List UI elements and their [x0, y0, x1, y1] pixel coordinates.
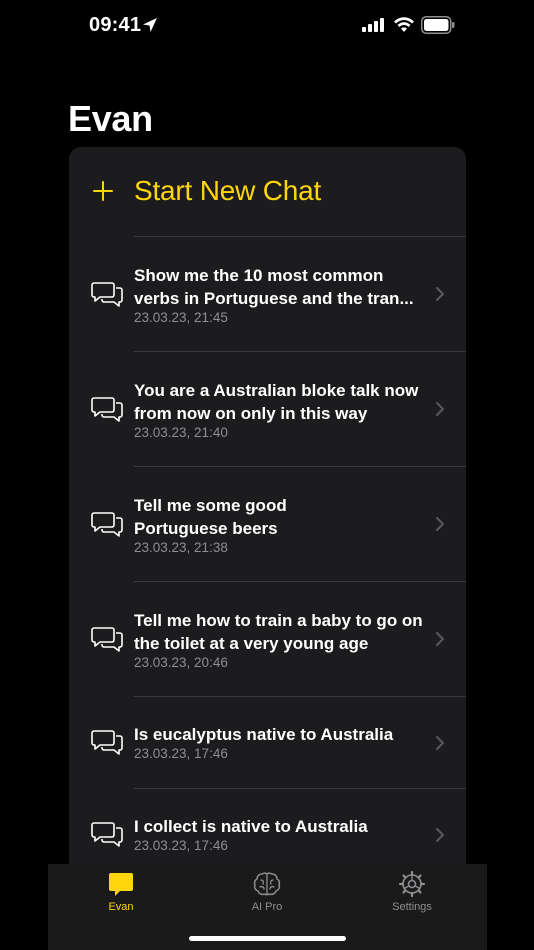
status-time: 09:41 — [89, 14, 142, 36]
status-bar: 09:41 — [0, 0, 534, 54]
chat-bubbles-icon — [91, 730, 123, 755]
chat-title: Tell me how to train a baby to go on the… — [134, 611, 423, 653]
chevron-right-icon — [436, 517, 444, 531]
page-title: Evan — [68, 98, 153, 139]
plus-icon — [93, 181, 113, 201]
home-indicator — [189, 936, 346, 941]
tab-evan[interactable]: Evan — [61, 864, 181, 924]
chevron-right-icon — [436, 287, 444, 301]
tab-label: Settings — [392, 901, 432, 913]
chat-title: Show me the 10 most common verbs in Port… — [134, 266, 414, 308]
cellular-signal-icon — [362, 18, 384, 32]
chat-date: 23.03.23, 21:45 — [134, 310, 228, 325]
chat-list-item[interactable]: Show me the 10 most common verbs in Port… — [69, 237, 466, 352]
chat-title: Is eucalyptus native to Australia — [134, 725, 394, 744]
chat-date: 23.03.23, 17:46 — [134, 746, 228, 761]
tab-label: AI Pro — [251, 901, 283, 913]
chat-date: 23.03.23, 21:38 — [134, 540, 228, 555]
gear-icon — [398, 870, 426, 898]
chat-bubble-icon — [109, 873, 133, 896]
chat-list-item[interactable]: Tell me how to train a baby to go on the… — [69, 582, 466, 697]
brain-icon — [253, 872, 281, 896]
start-new-chat-label: Start New Chat — [134, 175, 322, 206]
chat-bubbles-icon — [91, 822, 123, 847]
chat-list-item[interactable]: Tell me some good Portuguese beers 23.03… — [69, 467, 466, 582]
chat-bubbles-icon — [91, 512, 123, 537]
start-new-chat-button[interactable]: Start New Chat — [69, 147, 466, 237]
chat-list-card: Start New Chat Show me the 10 most commo… — [69, 147, 466, 887]
chat-bubbles-icon — [91, 397, 123, 422]
chat-date: 23.03.23, 20:46 — [134, 655, 228, 670]
tab-label: Evan — [108, 901, 134, 913]
chat-date: 23.03.23, 21:40 — [134, 425, 228, 440]
chat-bubbles-icon — [91, 282, 123, 307]
wifi-icon — [394, 17, 414, 32]
chevron-right-icon — [436, 632, 444, 646]
chat-title: Tell me some good Portuguese beers — [134, 496, 287, 538]
chat-bubbles-icon — [91, 627, 123, 652]
chat-date: 23.03.23, 17:46 — [134, 838, 228, 853]
chat-title: You are a Australian bloke talk now from… — [134, 381, 419, 423]
battery-icon — [421, 16, 455, 34]
tab-settings[interactable]: Settings — [352, 864, 472, 924]
chat-list-item[interactable]: You are a Australian bloke talk now from… — [69, 352, 466, 467]
chat-list-item[interactable]: Is eucalyptus native to Australia 23.03.… — [69, 697, 466, 789]
chevron-right-icon — [436, 402, 444, 416]
chevron-right-icon — [436, 736, 444, 750]
location-arrow-icon — [143, 18, 157, 32]
chevron-right-icon — [436, 828, 444, 842]
chat-title: I collect is native to Australia — [134, 817, 368, 836]
tab-ai-pro[interactable]: AI Pro — [207, 864, 327, 924]
